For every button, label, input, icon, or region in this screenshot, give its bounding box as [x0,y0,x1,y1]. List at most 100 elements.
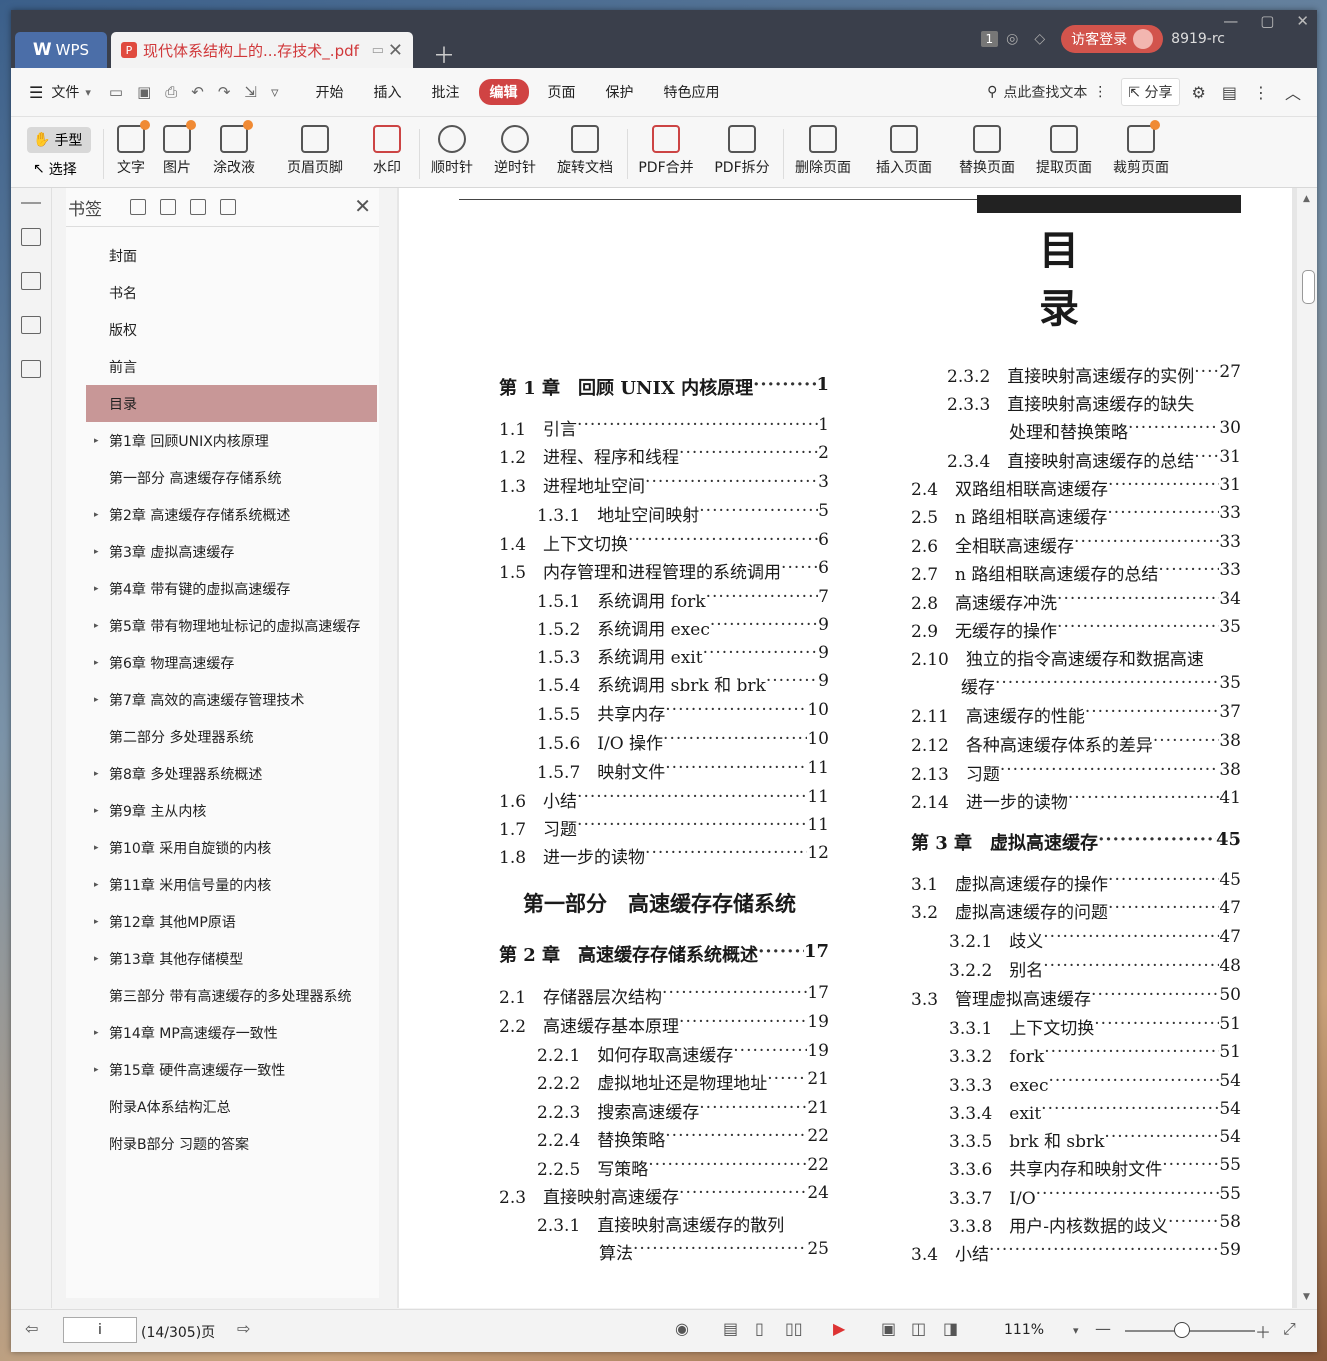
play-icon[interactable]: ▶ [833,1319,845,1338]
image-button[interactable]: 图片 [159,120,196,177]
bookmark-item[interactable]: 封面 [86,237,377,274]
export-icon[interactable]: ⇲ [244,83,257,101]
correction-fluid-button[interactable]: 涂改液 [206,120,262,177]
actual-size-icon[interactable]: ▣ [881,1319,896,1338]
guest-login-button[interactable]: 访客登录 [1061,25,1164,53]
document-tab[interactable]: P 现代体系结构上的...存技术_.pdf ▭ ✕ [111,32,413,68]
two-page-view-icon[interactable]: ▯▯ [785,1319,803,1338]
expand-arrow-icon[interactable]: ▸ [94,621,99,631]
close-window-icon[interactable]: ✕ [1296,12,1309,30]
tab-edit[interactable]: 编辑 [478,79,529,105]
tab-annotate[interactable]: 批注 [421,79,471,105]
expand-arrow-icon[interactable]: ▸ [94,658,99,668]
scroll-down-icon[interactable]: ▼ [1303,1292,1310,1302]
panel-divider[interactable] [379,188,397,1298]
vertical-scrollbar[interactable]: ▲ ▼ [1299,188,1317,1308]
expand-arrow-icon[interactable]: ▸ [94,954,99,964]
add-bookmark-icon[interactable] [190,199,206,215]
delete-page-button[interactable]: 删除页面 [791,125,855,177]
more-vertical-icon[interactable]: ⋮ [1093,84,1107,100]
expand-arrow-icon[interactable]: ▸ [94,880,99,890]
bookmark-item[interactable]: ▸ 第1章 回顾UNIX内核原理 [86,422,377,459]
window-count-badge[interactable]: 1 [980,31,999,47]
file-menu[interactable]: 文件 [51,82,79,102]
expand-arrow-icon[interactable]: ▸ [94,843,99,853]
bookmark-item[interactable]: ▸ 第8章 多处理器系统概述 [86,755,377,792]
bookmark-item[interactable]: ▸ 第5章 带有物理地址标记的虚拟高速缓存 [86,607,377,644]
expand-arrow-icon[interactable]: ▸ [94,547,99,557]
tab-insert[interactable]: 插入 [363,79,413,105]
shirt-icon[interactable]: ◇ [1034,31,1045,47]
monitor-icon[interactable]: ▭ [372,43,384,58]
expand-arrow-icon[interactable]: ▸ [94,584,99,594]
expand-arrow-icon[interactable]: ▸ [94,769,99,779]
next-page-icon[interactable]: ⇨ [237,1319,250,1338]
annotation-icon[interactable] [21,316,41,334]
zoom-level[interactable]: 111% [1004,1322,1044,1338]
expand-all-icon[interactable] [130,199,146,215]
expand-arrow-icon[interactable]: ▸ [94,436,99,446]
single-page-view-icon[interactable]: ▯ [755,1319,764,1338]
close-icon[interactable]: ✕ [354,194,371,218]
expand-arrow-icon[interactable]: ▸ [94,695,99,705]
bookmark-item[interactable]: ▸ 第9章 主从内核 [86,792,377,829]
zoom-out-icon[interactable]: — [1095,1319,1111,1338]
header-footer-button[interactable]: 页眉页脚 [279,125,351,177]
bookmark-item[interactable]: ▸ 第12章 其他MP原语 [86,903,377,940]
bookmark-item[interactable]: 版权 [86,311,377,348]
print-icon[interactable]: ⎙ [165,83,177,101]
tab-start[interactable]: 开始 [305,79,355,105]
bookmark-settings-icon[interactable] [220,199,236,215]
select-tool-button[interactable]: ↖ 选择 [27,153,97,179]
bookmark-item[interactable]: 附录A体系结构汇总 [86,1088,377,1125]
share-button[interactable]: ⇱ 分享 [1121,78,1180,106]
rotate-counterclockwise-button[interactable]: 逆时针 [490,125,540,177]
zoom-slider-knob[interactable] [1174,1322,1190,1338]
minimize-icon[interactable]: — [1223,12,1238,30]
save-icon[interactable]: ▣ [137,83,151,101]
rotate-document-button[interactable]: 旋转文档 [553,125,617,177]
expand-arrow-icon[interactable]: ▸ [94,917,99,927]
text-button[interactable]: 文字 [113,120,150,177]
tab-special-apps[interactable]: 特色应用 [653,79,731,105]
bookmark-item[interactable]: 第一部分 高速缓存存储系统 [86,459,377,496]
bookmark-item[interactable]: 附录B部分 习题的答案 [86,1125,377,1162]
expand-arrow-icon[interactable]: ▸ [94,1065,99,1075]
bookmark-item[interactable]: ▸ 第11章 米用信号量的内核 [86,866,377,903]
comment-icon[interactable]: ▤ [1222,83,1237,102]
scroll-thumb[interactable] [1302,270,1315,304]
rotate-clockwise-button[interactable]: 顺时针 [427,125,477,177]
replace-page-button[interactable]: 替换页面 [955,125,1019,177]
scroll-up-icon[interactable]: ▲ [1303,194,1310,204]
bookmark-item[interactable]: ▸ 第6章 物理高速缓存 [86,644,377,681]
bookmark-list-icon[interactable] [21,228,41,246]
more-icon[interactable]: ⋮ [1253,83,1269,102]
new-tab-icon[interactable]: ＋ [433,38,455,70]
bookmark-item[interactable]: 目录 [86,385,377,422]
bookmark-item[interactable]: ▸ 第4章 带有键的虚拟高速缓存 [86,570,377,607]
bookmark-item[interactable]: ▸ 第7章 高效的高速缓存管理技术 [86,681,377,718]
insert-page-button[interactable]: 插入页面 [868,125,940,177]
tab-page[interactable]: 页面 [537,79,587,105]
more-dropdown-icon[interactable]: ▿ [271,83,279,101]
previous-page-icon[interactable]: ⇦ [25,1319,38,1338]
expand-arrow-icon[interactable]: ▸ [94,510,99,520]
thumbnail-image-icon[interactable] [21,272,41,290]
continuous-view-icon[interactable]: ▤ [723,1319,738,1338]
maximize-icon[interactable]: ▢ [1260,12,1274,30]
document-viewport[interactable]: 目录 第 1 章 回顾 UNIX 内核原理···················… [397,188,1297,1308]
pdf-merge-button[interactable]: PDF合并 [635,125,697,177]
wps-home-tab[interactable]: W WPS [15,32,107,68]
crop-page-button[interactable]: 裁剪页面 [1109,120,1173,177]
bookmark-item[interactable]: 前言 [86,348,377,385]
redo-icon[interactable]: ↷ [218,83,231,101]
expand-arrow-icon[interactable]: ▸ [94,1028,99,1038]
chevron-down-icon[interactable]: ▾ [85,86,91,99]
page-number-input[interactable]: i [63,1317,137,1343]
bookmark-item[interactable]: ▸ 第10章 采用自旋锁的内核 [86,829,377,866]
open-folder-icon[interactable]: ▭ [109,83,123,101]
attachment-icon[interactable] [21,360,41,378]
undo-icon[interactable]: ↶ [191,83,204,101]
zoom-in-icon[interactable]: ＋ [1255,1319,1271,1343]
bookmark-item[interactable]: 书名 [86,274,377,311]
